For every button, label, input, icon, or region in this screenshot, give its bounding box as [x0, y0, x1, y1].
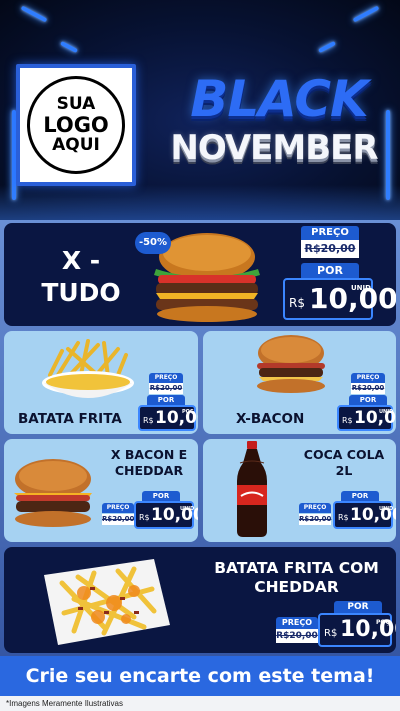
price-label: PREÇO [149, 373, 183, 383]
neon-light-decoration [318, 41, 336, 53]
logo-line-2: LOGO [43, 112, 109, 137]
product-name-line-2: CHEDDAR [114, 463, 184, 478]
header-banner: SUA LOGO AQUI BLACK NOVEMBER [0, 0, 400, 220]
title-november: NOVEMBER [170, 128, 378, 168]
new-price: R$ 10,00 POÇ [318, 613, 396, 647]
product-name-line-2: CHEDDAR [254, 578, 339, 596]
price-unit: POÇ [182, 409, 194, 415]
new-price: R$ 10,00 UNID [283, 278, 396, 320]
price-unit: POÇ [376, 619, 390, 626]
currency: R$ [338, 513, 349, 522]
bacon-burger-icon [257, 335, 325, 393]
product-name-line-2: TUDO [41, 278, 121, 307]
product-card-coca-cola[interactable]: COCA COLA 2L PREÇO R$20,00 POR R$ 10,00 … [203, 439, 396, 542]
logo-line-3: AQUI [52, 135, 100, 156]
product-card-x-tudo[interactable]: X - TUDO -50% PREÇO R$20,00 POR R$ 10,00… [4, 223, 396, 326]
price-unit: UNID [379, 409, 394, 415]
new-price-label: POR [341, 491, 379, 501]
price-label: PREÇO [276, 617, 318, 629]
currency: R$ [143, 416, 154, 425]
logo-circle: SUA LOGO AQUI [27, 76, 125, 174]
product-name: X - TUDO [26, 245, 136, 309]
french-fries-icon [42, 339, 134, 398]
product-name-line-2: 2L [335, 463, 353, 478]
product-name-line-1: COCA COLA [303, 447, 385, 462]
discount-badge: -50% [135, 232, 171, 254]
price-unit: UNID [379, 506, 394, 512]
currency: R$ [342, 416, 353, 425]
old-price: R$20,00 [149, 383, 183, 394]
neon-light-decoration [20, 5, 48, 23]
new-price-label: POR [301, 263, 359, 278]
cheddar-burger-icon [14, 459, 92, 527]
product-name: BATATA FRITA [18, 411, 122, 427]
old-price: R$20,00 [276, 629, 318, 643]
cta-banner[interactable]: Crie seu encarte com este tema! [0, 656, 400, 696]
currency: R$ [139, 513, 150, 522]
price-label: PREÇO [301, 226, 359, 240]
price-unit: UNID [351, 284, 371, 292]
product-card-batata-cheddar[interactable]: BATATA FRITA COM CHEDDAR PREÇO R$20,00 P… [4, 547, 396, 653]
product-name: COCA COLA 2L [298, 447, 390, 479]
product-card-x-bacon-cheddar[interactable]: X BACON E CHEDDAR PREÇO R$20,00 POR R$ 1… [4, 439, 198, 542]
old-price: R$20,00 [351, 383, 385, 394]
product-name-line-1: BATATA FRITA COM [214, 559, 379, 577]
currency: R$ [324, 628, 338, 639]
new-price-label: POR [349, 395, 387, 405]
new-price: R$ 10,00 UNID [134, 501, 198, 529]
product-name-line-1: X BACON E [110, 447, 188, 462]
title-black: BLACK [190, 70, 369, 128]
product-card-x-bacon[interactable]: X-BACON PREÇO R$20,00 POR R$ 10,00 UNID [203, 331, 396, 434]
product-name-line-1: X - [61, 246, 101, 275]
price-label: PREÇO [351, 373, 385, 383]
currency: R$ [289, 296, 305, 310]
neon-light-decoration [352, 5, 380, 23]
cheddar-fries-icon [44, 559, 170, 645]
product-name: X BACON E CHEDDAR [104, 447, 194, 479]
price-label: PREÇO [299, 503, 331, 513]
new-price-label: POR [142, 491, 180, 501]
price-label: PREÇO [102, 503, 134, 513]
product-card-batata-frita[interactable]: BATATA FRITA PREÇO R$20,00 POR R$ 10,00 … [4, 331, 198, 434]
new-price: R$ 10,00 UNID [333, 501, 396, 529]
price-unit: UNID [180, 506, 195, 512]
new-price: R$ 10,00 UNID [337, 405, 396, 431]
new-price: R$ 10,00 POÇ [138, 405, 198, 431]
floor-glow [0, 185, 400, 220]
old-price: R$20,00 [299, 514, 332, 525]
new-price-label: POR [147, 395, 185, 405]
old-price: R$20,00 [301, 240, 359, 258]
new-price-label: POR [334, 601, 382, 613]
logo-line-1: SUA [56, 94, 96, 115]
neon-light-decoration [60, 41, 78, 53]
old-price: R$20,00 [102, 514, 135, 525]
logo-placeholder[interactable]: SUA LOGO AQUI [16, 64, 136, 186]
product-name: BATATA FRITA COM CHEDDAR [204, 559, 389, 597]
cola-bottle-icon [237, 441, 267, 537]
product-name: X-BACON [236, 411, 305, 427]
disclaimer: *Imagens Meramente Ilustrativas [0, 696, 400, 711]
